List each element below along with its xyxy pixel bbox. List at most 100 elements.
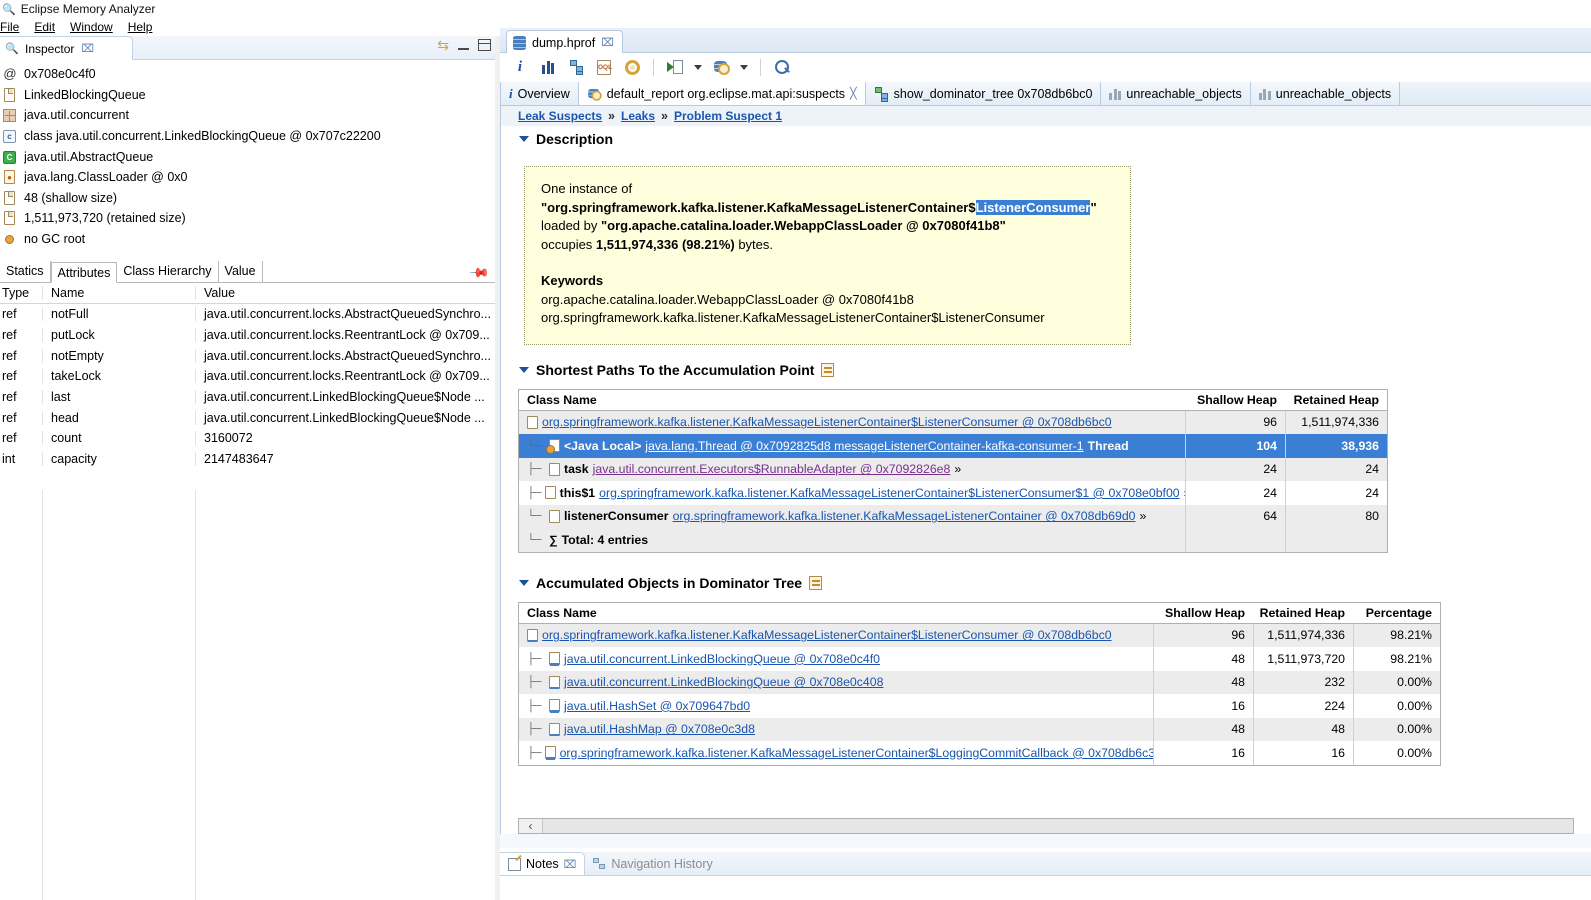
run-expert-system-icon[interactable]: [665, 57, 685, 77]
list-item[interactable]: LinkedBlockingQueue: [0, 85, 495, 106]
minimize-icon[interactable]: [458, 41, 469, 50]
object-link[interactable]: java.lang.Thread @ 0x7092825d8 messageLi…: [645, 439, 1083, 453]
close-icon[interactable]: ⌧: [81, 42, 94, 55]
chevron-down-icon[interactable]: [739, 57, 749, 77]
reports-gear-icon[interactable]: [622, 57, 642, 77]
search-icon[interactable]: [772, 57, 792, 77]
queries-icon[interactable]: [711, 57, 731, 77]
list-item[interactable]: no GC root: [0, 229, 495, 250]
horizontal-scrollbar[interactable]: ‹: [518, 818, 1574, 834]
table-row[interactable]: ├─ java.util.concurrent.LinkedBlockingQu…: [519, 647, 1440, 671]
table-row[interactable]: ├─ org.springframework.kafka.listener.Ka…: [519, 741, 1440, 765]
section-accumulated-objects[interactable]: Accumulated Objects in Dominator Tree: [501, 570, 1591, 596]
table-row[interactable]: ├─ java.util.HashSet @ 0x709647bd0 16 22…: [519, 694, 1440, 718]
close-icon[interactable]: ⌧: [601, 36, 614, 49]
table-row[interactable]: ref notEmpty java.util.concurrent.locks.…: [0, 345, 495, 366]
twisty-collapse-icon[interactable]: [519, 580, 529, 586]
maximize-icon[interactable]: [478, 39, 491, 51]
tab-unreachable-objects-1[interactable]: unreachable_objects: [1101, 82, 1250, 105]
object-link[interactable]: org.springframework.kafka.listener.Kafka…: [542, 628, 1112, 642]
table-row[interactable]: ref head java.util.concurrent.LinkedBloc…: [0, 407, 495, 428]
table-row[interactable]: int capacity 2147483647: [0, 449, 495, 470]
table-row[interactable]: ref takeLock java.util.concurrent.locks.…: [0, 366, 495, 387]
column-header-name[interactable]: Name: [42, 286, 195, 300]
object-link[interactable]: org.springframework.kafka.listener.Kafka…: [599, 486, 1180, 500]
breadcrumb-leak-suspects[interactable]: Leak Suspects: [518, 109, 602, 123]
close-icon[interactable]: ⌧: [564, 858, 577, 871]
table-row[interactable]: └─ listenerConsumer org.springframework.…: [519, 505, 1387, 529]
dominator-tree-icon[interactable]: [566, 57, 586, 77]
column-header-type[interactable]: Type: [0, 286, 42, 300]
pin-icon[interactable]: 📌: [468, 262, 491, 285]
object-link[interactable]: java.util.concurrent.Executors$RunnableA…: [593, 462, 951, 476]
table-row[interactable]: ref notFull java.util.concurrent.locks.A…: [0, 304, 495, 325]
menu-item-help[interactable]: Help: [128, 20, 165, 34]
tab-statics[interactable]: Statics: [0, 261, 51, 282]
list-item[interactable]: 48 (shallow size): [0, 188, 495, 209]
tab-class-hierarchy[interactable]: Class Hierarchy: [117, 261, 218, 282]
list-item[interactable]: c class java.util.concurrent.LinkedBlock…: [0, 126, 495, 147]
column-header-class-name[interactable]: Class Name: [519, 606, 1153, 620]
tab-navigation-history[interactable]: Navigation History: [585, 852, 720, 875]
list-item[interactable]: java.util.concurrent: [0, 105, 495, 126]
table-row[interactable]: ref count 3160072: [0, 428, 495, 449]
breadcrumb-leaks[interactable]: Leaks: [621, 109, 655, 123]
object-link[interactable]: org.springframework.kafka.listener.Kafka…: [560, 746, 1153, 760]
table-row[interactable]: ref last java.util.concurrent.LinkedBloc…: [0, 387, 495, 408]
object-link[interactable]: org.springframework.kafka.listener.Kafka…: [542, 415, 1112, 429]
tab-show-dominator-tree[interactable]: show_dominator_tree 0x708db6bc0: [866, 82, 1102, 105]
object-icon: [527, 629, 538, 642]
table-row[interactable]: org.springframework.kafka.listener.Kafka…: [519, 411, 1387, 435]
column-header-retained-heap[interactable]: Retained Heap: [1285, 390, 1387, 410]
cell-retained-heap: 1,511,974,336: [1285, 411, 1387, 435]
scroll-left-arrow[interactable]: ‹: [519, 819, 543, 833]
column-header-shallow-heap[interactable]: Shallow Heap: [1185, 390, 1285, 410]
list-item[interactable]: 1,511,973,720 (retained size): [0, 208, 495, 229]
table-row[interactable]: ├─ java.util.concurrent.LinkedBlockingQu…: [519, 671, 1440, 695]
column-header-class-name[interactable]: Class Name: [519, 393, 1185, 407]
list-item[interactable]: C java.util.AbstractQueue: [0, 146, 495, 167]
object-link[interactable]: java.util.HashMap @ 0x708e0c3d8: [564, 722, 755, 736]
column-header-value[interactable]: Value: [195, 286, 495, 300]
table-row[interactable]: ├─ java.util.HashMap @ 0x708e0c3d8 48 48…: [519, 718, 1440, 742]
cell-class-name: ├─ org.springframework.kafka.listener.Ka…: [519, 746, 1153, 760]
tab-overview[interactable]: i Overview: [500, 82, 579, 105]
table-row[interactable]: ref putLock java.util.concurrent.locks.R…: [0, 325, 495, 346]
link-with-editor-icon[interactable]: ⇆: [437, 38, 449, 52]
tab-inspector[interactable]: 🔍 Inspector ⌧: [0, 36, 133, 60]
object-link[interactable]: java.util.concurrent.LinkedBlockingQueue…: [564, 652, 880, 666]
menu-item-file[interactable]: File: [0, 20, 31, 34]
section-shortest-paths[interactable]: Shortest Paths To the Accumulation Point: [501, 357, 1591, 383]
menu-item-edit[interactable]: Edit: [34, 20, 67, 34]
tab-unreachable-objects-2[interactable]: unreachable_objects: [1251, 82, 1400, 105]
object-link[interactable]: org.springframework.kafka.listener.Kafka…: [673, 509, 1136, 523]
table-row[interactable]: ├─ this$1 org.springframework.kafka.list…: [519, 481, 1387, 505]
column-header-shallow-heap[interactable]: Shallow Heap: [1153, 603, 1253, 623]
tab-attributes[interactable]: Attributes: [51, 262, 118, 283]
column-header-percentage[interactable]: Percentage: [1353, 603, 1440, 623]
twisty-collapse-icon[interactable]: [519, 136, 529, 142]
list-item[interactable]: ● java.lang.ClassLoader @ 0x0: [0, 167, 495, 188]
chevron-down-icon[interactable]: [693, 57, 703, 77]
table-row[interactable]: org.springframework.kafka.listener.Kafka…: [519, 624, 1440, 648]
open-in-view-icon[interactable]: [821, 363, 834, 377]
menu-item-window[interactable]: Window: [70, 20, 125, 34]
object-link[interactable]: java.util.HashSet @ 0x709647bd0: [564, 699, 750, 713]
list-item[interactable]: @ 0x708e0c4f0: [0, 64, 495, 85]
table-row[interactable]: ├─ task java.util.concurrent.Executors$R…: [519, 458, 1387, 482]
overview-info-icon[interactable]: i: [510, 57, 530, 77]
histogram-icon[interactable]: [538, 57, 558, 77]
tab-value[interactable]: Value: [219, 261, 263, 282]
section-description[interactable]: Description: [501, 126, 1591, 152]
tab-default-report-suspects[interactable]: default_report org.eclipse.mat.api:suspe…: [579, 82, 866, 105]
twisty-collapse-icon[interactable]: [519, 367, 529, 373]
column-header-retained-heap[interactable]: Retained Heap: [1253, 603, 1353, 623]
close-icon[interactable]: ╳: [850, 87, 857, 100]
tab-notes[interactable]: Notes ⌧: [500, 852, 585, 875]
table-row[interactable]: └─ <Java Local> java.lang.Thread @ 0x709…: [519, 434, 1387, 458]
oql-icon[interactable]: OQL: [594, 57, 614, 77]
open-in-view-icon[interactable]: [809, 576, 822, 590]
object-link[interactable]: java.util.concurrent.LinkedBlockingQueue…: [564, 675, 883, 689]
breadcrumb-problem-suspect-1[interactable]: Problem Suspect 1: [674, 109, 782, 123]
tab-dump-hprof[interactable]: dump.hprof ⌧: [506, 30, 623, 54]
